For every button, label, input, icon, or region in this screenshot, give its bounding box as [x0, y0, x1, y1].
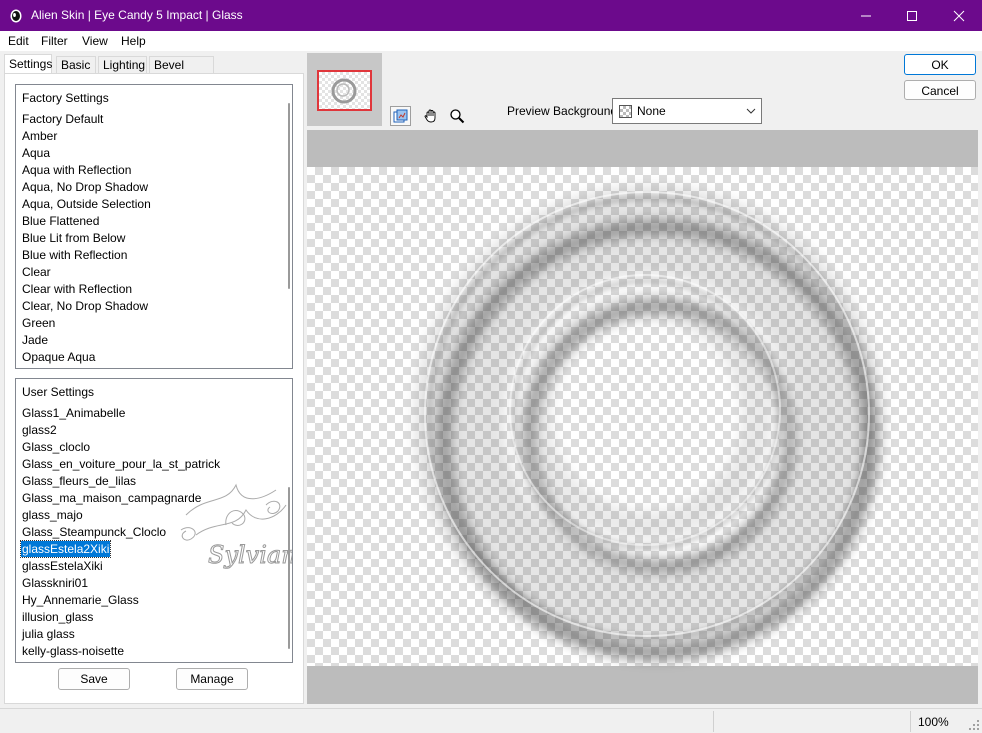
factory-list-scrollbar[interactable]: [286, 85, 292, 368]
menu-view[interactable]: View: [82, 34, 108, 48]
chevron-down-icon: [746, 108, 756, 114]
list-item[interactable]: Glass_Steampunck_Cloclo: [21, 524, 167, 540]
status-divider: [713, 711, 714, 732]
list-item[interactable]: Glass_fleurs_de_lilas: [21, 473, 137, 489]
menu-help[interactable]: Help: [121, 34, 146, 48]
zoom-icon: [449, 109, 464, 124]
list-item[interactable]: Opaque Aqua: [21, 349, 96, 365]
list-item[interactable]: Blue Lit from Below: [21, 230, 126, 246]
menu-filter[interactable]: Filter: [41, 34, 68, 48]
cancel-button[interactable]: Cancel: [904, 80, 976, 100]
watermark-text: Sylviane: [208, 541, 293, 569]
settings-panel: Factory Settings Factory Default Amber A…: [4, 73, 304, 704]
manage-button[interactable]: Manage: [176, 668, 248, 690]
list-item[interactable]: Amber: [21, 128, 58, 144]
preview-toggle-button[interactable]: [390, 106, 411, 126]
hand-pan-icon: [424, 109, 435, 123]
title-bar: Alien Skin | Eye Candy 5 Impact | Glass: [0, 0, 982, 31]
list-item[interactable]: Aqua with Reflection: [21, 162, 132, 178]
checker-swatch-icon: [619, 105, 632, 118]
maximize-icon: [907, 10, 917, 21]
list-item[interactable]: Clear with Reflection: [21, 281, 133, 297]
menu-edit[interactable]: Edit: [8, 34, 29, 48]
list-item[interactable]: Blue Flattened: [21, 213, 100, 229]
list-item[interactable]: Aqua, Outside Selection: [21, 196, 152, 212]
factory-settings-header: Factory Settings: [22, 91, 109, 105]
list-item-selected[interactable]: glassEstela2Xiki: [19, 540, 112, 558]
list-item[interactable]: glassEstelaXiki: [21, 558, 104, 574]
list-item[interactable]: Blue with Reflection: [21, 247, 128, 263]
list-item[interactable]: Glass1_Animabelle: [21, 405, 126, 421]
list-item[interactable]: Jade: [21, 332, 49, 348]
status-bar: 100%: [0, 708, 982, 733]
preview-toggle-icon: [393, 109, 408, 122]
list-item[interactable]: Aqua: [21, 145, 51, 161]
close-button[interactable]: [936, 0, 982, 31]
zoom-level: 100%: [918, 715, 949, 729]
scrollbar-thumb[interactable]: [288, 103, 290, 289]
user-settings-header: User Settings: [22, 385, 95, 399]
menu-bar: Edit Filter View Help: [0, 31, 982, 51]
list-item[interactable]: Clear: [21, 264, 52, 280]
list-item[interactable]: Clear, No Drop Shadow: [21, 298, 149, 314]
resize-grip-icon[interactable]: [969, 720, 979, 730]
factory-settings-list[interactable]: Factory Settings Factory Default Amber A…: [15, 84, 293, 369]
watermark-flourish: Sylviane: [180, 483, 293, 570]
navigator-thumbnail[interactable]: [307, 53, 382, 126]
tab-bevel-profile[interactable]: Bevel Profile: [149, 56, 214, 88]
thumbnail-ring-image: [331, 78, 357, 104]
tab-basic[interactable]: Basic: [56, 56, 96, 74]
list-item[interactable]: julia glass: [21, 626, 76, 642]
status-divider: [910, 711, 911, 732]
zoom-tool-button[interactable]: [446, 106, 467, 126]
list-item[interactable]: Factory Default: [21, 111, 104, 127]
preview-background-value: None: [637, 104, 666, 118]
ok-button[interactable]: OK: [904, 54, 976, 75]
minimize-icon: [861, 15, 871, 16]
list-item[interactable]: glass2: [21, 422, 58, 438]
window-title: Alien Skin | Eye Candy 5 Impact | Glass: [31, 8, 243, 22]
list-item[interactable]: glass_majo: [21, 507, 84, 523]
minimize-button[interactable]: [843, 0, 889, 31]
tab-settings[interactable]: Settings: [4, 54, 52, 74]
glass-ring-preview-image: [414, 185, 884, 660]
preview-background-label: Preview Background:: [507, 104, 621, 118]
pan-tool-button[interactable]: [420, 106, 441, 126]
settings-tabs: Settings Basic Lighting Bevel Profile: [4, 54, 304, 88]
preview-background-select[interactable]: None: [612, 98, 762, 124]
user-settings-list[interactable]: User Settings Glass1_Animabelle glass2 G…: [15, 378, 293, 663]
list-item[interactable]: Hy_Annemarie_Glass: [21, 592, 140, 608]
navigator-viewport-frame[interactable]: [317, 70, 372, 111]
preview-pane[interactable]: [307, 130, 978, 704]
maximize-button[interactable]: [889, 0, 935, 31]
list-item[interactable]: Glass_en_voiture_pour_la_st_patrick: [21, 456, 221, 472]
alien-skin-app-icon: [10, 9, 22, 23]
list-item[interactable]: Green: [21, 315, 56, 331]
list-item[interactable]: kelly-glass-noisette: [21, 643, 125, 659]
list-item[interactable]: Glasskniri01: [21, 575, 89, 591]
list-item[interactable]: Aqua, No Drop Shadow: [21, 179, 149, 195]
list-item[interactable]: illusion_glass: [21, 609, 94, 625]
close-icon: [953, 10, 965, 21]
tab-lighting[interactable]: Lighting: [98, 56, 147, 74]
list-item[interactable]: Glass_cloclo: [21, 439, 91, 455]
save-button[interactable]: Save: [58, 668, 130, 690]
